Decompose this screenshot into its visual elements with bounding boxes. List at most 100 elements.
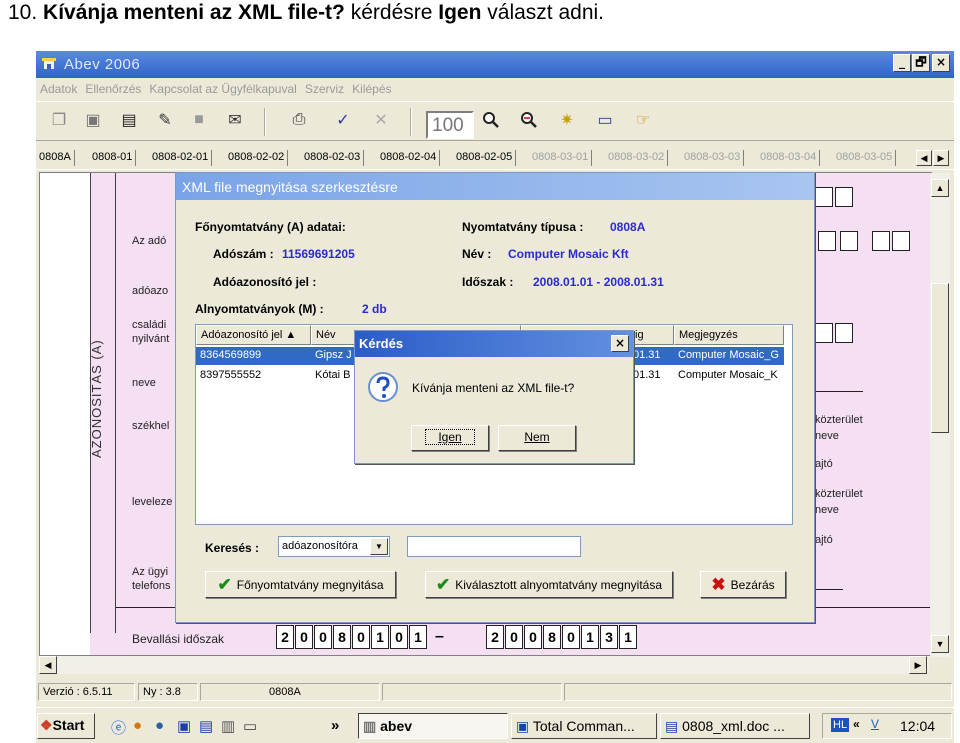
- hl-tray-icon[interactable]: HL: [831, 718, 850, 732]
- search-input[interactable]: [407, 536, 581, 557]
- ie-icon[interactable]: ⓔ: [111, 717, 126, 738]
- period-to-digit[interactable]: 1: [619, 625, 637, 649]
- menu-ellenorzes[interactable]: Ellenőrzés: [81, 79, 145, 96]
- close-dialog-button[interactable]: ✖ Bezárás: [700, 571, 786, 598]
- tab-0808-02-04[interactable]: 0808-02-04: [380, 150, 441, 166]
- open-main-form-button[interactable]: ✔ Főnyomtatvány megnyitása: [205, 571, 396, 598]
- edit-icon[interactable]: ✎: [154, 109, 176, 131]
- period-to-digit[interactable]: 0: [562, 625, 580, 649]
- minimize-button[interactable]: _: [893, 54, 911, 72]
- row-2-id[interactable]: 8397555552: [196, 367, 311, 385]
- form-box[interactable]: [815, 323, 833, 343]
- maximize-button[interactable]: 🗗: [912, 54, 930, 72]
- period-from-digit[interactable]: 8: [333, 625, 351, 649]
- task-total-commander[interactable]: ▣ Total Comman...: [511, 713, 657, 739]
- yes-button[interactable]: Igen: [411, 425, 489, 451]
- thunderbird-icon[interactable]: ●: [155, 717, 164, 734]
- tab-0808-03-02[interactable]: 0808-03-02: [608, 150, 669, 166]
- form-box[interactable]: [818, 231, 836, 251]
- period-to-digit[interactable]: 8: [543, 625, 561, 649]
- row-1-id[interactable]: 8364569899: [196, 347, 311, 365]
- chevron-down-icon[interactable]: ▼: [370, 538, 388, 555]
- mail-icon[interactable]: ✉: [224, 109, 246, 131]
- period-to-digit[interactable]: 0: [505, 625, 523, 649]
- tab-scroll-left-icon[interactable]: ◀: [916, 150, 932, 166]
- open-selected-subform-button[interactable]: ✔ Kiválasztott alnyomtatvány megnyitása: [425, 571, 673, 598]
- tab-0808-03-01[interactable]: 0808-03-01: [532, 150, 593, 166]
- row-2-note[interactable]: Computer Mosaic_K: [674, 367, 784, 385]
- app-icon[interactable]: ▤: [199, 717, 213, 735]
- delete-form-icon[interactable]: ▤: [118, 109, 140, 131]
- period-from-digit[interactable]: 1: [409, 625, 427, 649]
- period-to-digit[interactable]: 0: [524, 625, 542, 649]
- period-to-digit[interactable]: 1: [581, 625, 599, 649]
- tab-0808-03-03[interactable]: 0808-03-03: [684, 150, 745, 166]
- save-disk-icon[interactable]: ▣: [177, 717, 191, 735]
- abev-quick-icon[interactable]: ▥: [221, 717, 235, 735]
- column-megjegyzes[interactable]: Megjegyzés: [674, 325, 784, 345]
- menu-adatok[interactable]: Adatok: [36, 79, 81, 96]
- tab-0808-02-05[interactable]: 0808-02-05: [456, 150, 517, 166]
- period-from-digit[interactable]: 2: [276, 625, 294, 649]
- zoom-in-icon[interactable]: [480, 109, 502, 131]
- stop-icon[interactable]: ■: [188, 109, 210, 131]
- pointing-hand-icon[interactable]: ☞: [632, 109, 654, 131]
- form-box[interactable]: [892, 231, 910, 251]
- question-title-bar[interactable]: Kérdés ×: [355, 331, 633, 357]
- row-1-note[interactable]: Computer Mosaic_G: [674, 347, 784, 365]
- task-abev[interactable]: ▥ abev: [358, 713, 508, 739]
- tray-chevron[interactable]: «: [853, 717, 860, 731]
- tab-0808-03-05[interactable]: 0808-03-05: [836, 150, 897, 166]
- quicklaunch-chevron[interactable]: »: [331, 717, 339, 734]
- copy-icon[interactable]: ❐: [48, 109, 70, 131]
- sparkle-icon[interactable]: ✷: [556, 109, 578, 131]
- open-icon[interactable]: ▣: [82, 109, 104, 131]
- tab-0808-02-02[interactable]: 0808-02-02: [228, 150, 289, 166]
- column-adoazon[interactable]: Adóazonosító jel ▲: [196, 325, 311, 345]
- check-icon[interactable]: ✓: [332, 109, 354, 131]
- scroll-down-icon[interactable]: ▼: [931, 635, 949, 653]
- monitor-icon[interactable]: ▭: [594, 109, 616, 131]
- period-from-digit[interactable]: 1: [371, 625, 389, 649]
- task-word-doc[interactable]: ▤ 0808_xml.doc ...: [660, 713, 810, 739]
- tab-0808-03-04[interactable]: 0808-03-04: [760, 150, 821, 166]
- menu-kapcsolat[interactable]: Kapcsolat az Ügyfélkapuval: [145, 79, 300, 96]
- zoom-out-icon[interactable]: [518, 109, 540, 131]
- menu-kilepes[interactable]: Kilépés: [348, 79, 395, 96]
- tab-0808-01[interactable]: 0808-01: [92, 150, 137, 166]
- close-button[interactable]: ×: [932, 54, 950, 72]
- horizontal-scrollbar[interactable]: ◀ ▶: [39, 656, 929, 674]
- period-from-digit[interactable]: 0: [314, 625, 332, 649]
- form-box[interactable]: [840, 231, 858, 251]
- period-from-digit[interactable]: 0: [352, 625, 370, 649]
- tab-0808-02-01[interactable]: 0808-02-01: [152, 150, 213, 166]
- vertical-scrollbar[interactable]: ▲ ▼: [930, 173, 950, 657]
- tab-scroll-right-icon[interactable]: ▶: [933, 150, 949, 166]
- scroll-up-icon[interactable]: ▲: [931, 179, 949, 197]
- form-box[interactable]: [835, 187, 853, 207]
- form-box[interactable]: [815, 187, 833, 207]
- tab-0808-02-03[interactable]: 0808-02-03: [304, 150, 365, 166]
- title-bar[interactable]: Abev 2006 _ 🗗 ×: [36, 51, 954, 78]
- form-box[interactable]: [872, 231, 890, 251]
- firefox-icon[interactable]: ●: [133, 717, 142, 734]
- dialog-title[interactable]: XML file megnyitása szerkesztésre: [176, 173, 814, 200]
- scroll-right-icon[interactable]: ▶: [909, 656, 927, 674]
- period-to-digit[interactable]: 2: [486, 625, 504, 649]
- start-button[interactable]: ❖Start: [37, 713, 95, 739]
- vz-tray-icon[interactable]: V: [871, 717, 879, 731]
- cancel-icon[interactable]: ✕: [370, 109, 392, 131]
- tab-0808a[interactable]: 0808A: [39, 150, 75, 166]
- no-button[interactable]: Nem: [498, 425, 576, 451]
- zoom-field[interactable]: 100: [426, 111, 474, 139]
- period-from-digit[interactable]: 0: [390, 625, 408, 649]
- print-icon[interactable]: ⎙: [288, 109, 310, 131]
- scroll-left-icon[interactable]: ◀: [39, 656, 57, 674]
- terminal-icon[interactable]: ▭: [243, 717, 257, 735]
- period-from-digit[interactable]: 0: [295, 625, 313, 649]
- menu-szerviz[interactable]: Szerviz: [301, 79, 348, 96]
- question-close-button[interactable]: ×: [611, 335, 629, 352]
- scroll-thumb[interactable]: [931, 283, 949, 433]
- period-to-digit[interactable]: 3: [600, 625, 618, 649]
- form-box[interactable]: [835, 323, 853, 343]
